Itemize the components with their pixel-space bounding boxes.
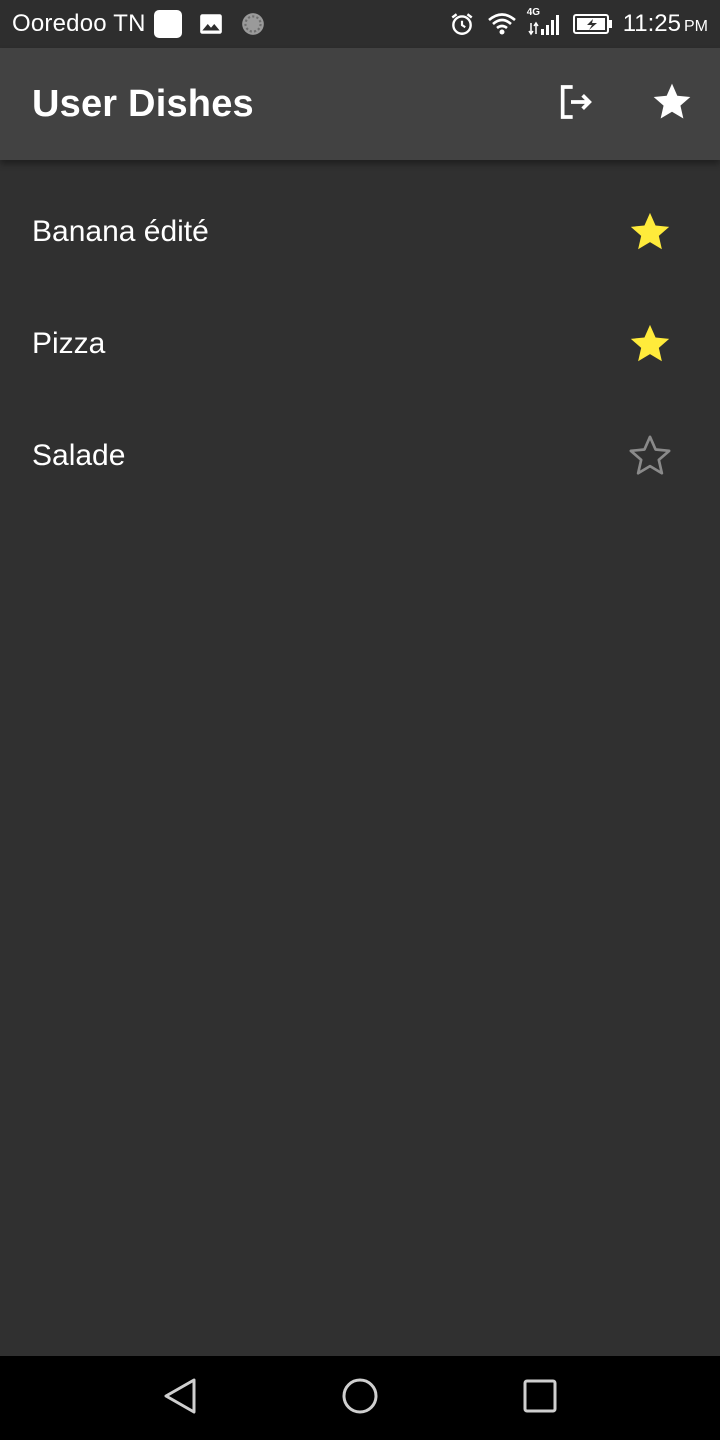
dish-name: Banana édité xyxy=(32,215,209,248)
home-icon xyxy=(340,1376,380,1421)
status-right: 4G 11:25 PM xyxy=(449,0,708,48)
dish-name: Pizza xyxy=(32,327,106,360)
carrier-name: Ooredoo TN xyxy=(12,10,146,37)
logout-button[interactable] xyxy=(528,48,624,160)
wifi-icon xyxy=(487,11,517,37)
home-button[interactable] xyxy=(270,1356,450,1440)
alarm-icon xyxy=(449,11,475,37)
network-type-label: 4G xyxy=(526,7,541,18)
clock-time: 11:25 xyxy=(622,10,681,37)
recents-icon xyxy=(522,1378,558,1419)
back-button[interactable] xyxy=(90,1356,270,1440)
notification-square-icon xyxy=(153,10,182,38)
favorite-star-icon[interactable] xyxy=(620,314,680,374)
star-icon xyxy=(650,80,694,129)
list-item[interactable]: Salade xyxy=(0,400,720,512)
app-bar-actions xyxy=(528,48,720,160)
back-icon xyxy=(162,1376,198,1421)
favorite-star-icon[interactable] xyxy=(620,202,680,262)
battery-charging-icon xyxy=(572,13,613,35)
recents-button[interactable] xyxy=(450,1356,630,1440)
page-title: User Dishes xyxy=(32,82,254,125)
dish-list: Banana édité Pizza Salade xyxy=(0,176,720,512)
status-left: Ooredoo TN xyxy=(12,0,266,48)
sync-circle-icon xyxy=(240,11,266,37)
navigation-bar xyxy=(0,1356,720,1440)
app-bar: User Dishes xyxy=(0,48,720,160)
favorites-button[interactable] xyxy=(624,48,720,160)
favorite-star-icon[interactable] xyxy=(620,426,680,486)
image-icon xyxy=(198,11,224,37)
status-bar: Ooredoo TN 4G 11:25 PM xyxy=(0,0,720,48)
dish-name: Salade xyxy=(32,439,126,472)
list-item[interactable]: Pizza xyxy=(0,288,720,400)
clock-ampm: PM xyxy=(684,18,708,35)
logout-icon xyxy=(556,82,596,127)
clock: 11:25 PM xyxy=(623,10,708,38)
list-item[interactable]: Banana édité xyxy=(0,176,720,288)
signal-icon: 4G xyxy=(527,7,561,37)
